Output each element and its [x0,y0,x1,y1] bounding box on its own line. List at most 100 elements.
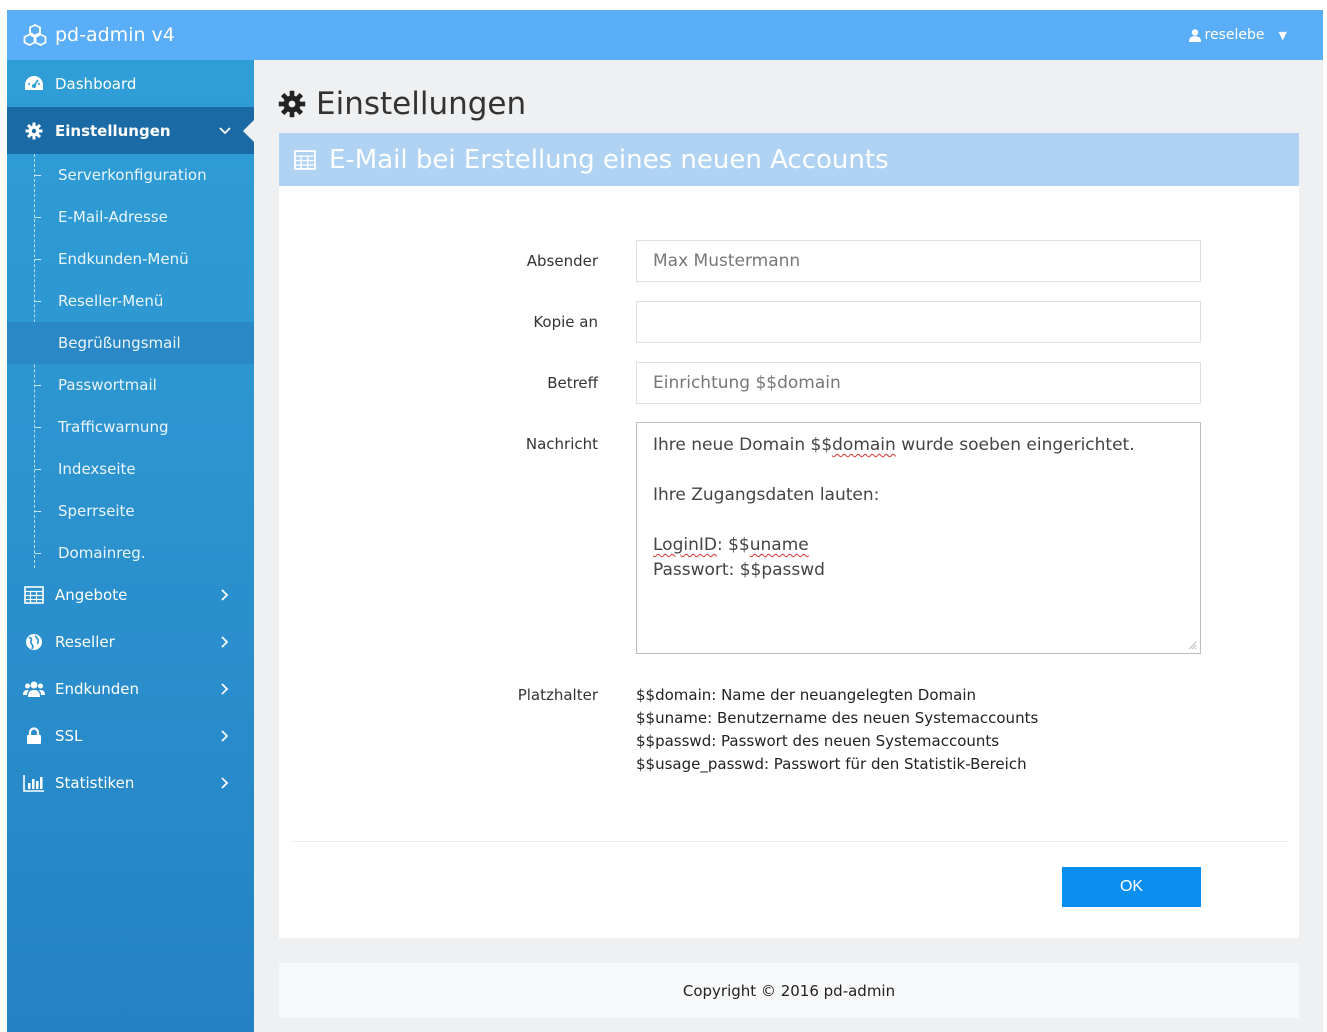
sidebar-item-label: Einstellungen [55,121,171,140]
panel-header: E-Mail bei Erstellung eines neuen Accoun… [279,133,1299,186]
sidebar-item-label: Statistiken [55,773,135,792]
table-icon [23,585,45,605]
sidebar-item-angebote[interactable]: Angebote [7,571,254,618]
placeholders-label: Platzhalter [517,686,598,704]
table-icon [294,149,316,170]
placeholder-hint: $$passwd: Passwort des neuen Systemaccou… [636,732,1000,750]
page-title-text: Einstellungen [316,86,527,122]
subnav-item-sperrseite[interactable]: -- Sperrseite [7,490,254,532]
chevron-down-icon [219,126,231,134]
subject-placeholder: Einrichtung $$domain [653,373,841,393]
users-icon [23,679,45,699]
sidebar-item-einstellungen[interactable]: Einstellungen [7,107,255,154]
placeholder-hint: $$uname: Benutzername des neuen Systemac… [636,709,1039,727]
sidebar-item-label: Angebote [55,585,128,604]
message-textarea[interactable]: Ihre neue Domain $$domain wurde soeben e… [636,422,1201,654]
subnav-item-reseller-menue[interactable]: -- Reseller-Menü [7,280,254,322]
subnav-item-email-adresse[interactable]: -- E-Mail-Adresse [7,196,254,238]
cc-label: Kopie an [533,313,598,331]
chevron-right-icon [221,729,229,742]
subnav-item-label: Passwortmail [58,376,157,394]
message-line: Passwort: $$passwd [653,560,825,580]
message-line [653,458,1184,483]
sidebar-item-label: Dashboard [55,74,137,93]
placeholder-hint: $$domain: Name der neuangelegten Domain [636,686,976,704]
message-line: Ihre neue Domain $$domain wurde soeben e… [653,435,1135,455]
tree-connector: -- [34,252,42,266]
subnav-item-label: Reseller-Menü [58,292,164,310]
panel-title: E-Mail bei Erstellung eines neuen Accoun… [329,144,889,175]
user-menu[interactable]: reselebe ▼ [1188,10,1287,60]
sidebar-item-reseller[interactable]: Reseller [7,618,254,665]
subnav-item-passwortmail[interactable]: -- Passwortmail [7,364,254,406]
message-line [653,508,1184,533]
brand[interactable]: pd-admin v4 [23,10,175,60]
sidebar-item-dashboard[interactable]: Dashboard [7,60,254,107]
subnav-item-endkunden-menue[interactable]: -- Endkunden-Menü [7,238,254,280]
subnav-item-label: E-Mail-Adresse [58,208,168,226]
main-content: Einstellungen E-Mail bei Erstellung eine… [254,60,1323,1032]
gear-icon [23,121,45,141]
sender-placeholder: Max Mustermann [653,251,801,271]
resize-handle-icon[interactable] [1187,640,1197,650]
tree-connector: -- [34,168,42,182]
cubes-icon [23,24,47,46]
message-line: LoginID: $$uname [653,535,809,555]
dashboard-icon [23,74,45,94]
lock-icon [23,726,45,746]
subnav-item-begruessungsmail[interactable]: Begrüßungsmail [7,322,254,364]
chevron-right-icon [221,682,229,695]
subnav-item-label: Begrüßungsmail [58,334,181,352]
tree-connector: -- [34,546,42,560]
app-title: pd-admin v4 [55,24,175,46]
message-label: Nachricht [525,435,598,453]
user-name: reselebe [1204,27,1265,43]
tree-connector: -- [34,210,42,224]
sidebar-item-ssl[interactable]: SSL [7,712,254,759]
subnav-item-label: Serverkonfiguration [58,166,207,184]
footer: Copyright © 2016 pd-admin [279,963,1299,1018]
subnav-item-label: Trafficwarnung [58,418,169,436]
subnav-item-label: Domainreg. [58,544,146,562]
ok-button[interactable]: OK [1062,867,1201,907]
subnav-item-indexseite[interactable]: -- Indexseite [7,448,254,490]
top-bar: pd-admin v4 reselebe ▼ [7,10,1323,60]
subnav-item-label: Endkunden-Menü [58,250,189,268]
tree-connector: -- [34,378,42,392]
subnav-item-domainreg[interactable]: -- Domainreg. [7,532,254,574]
subject-input[interactable]: Einrichtung $$domain [636,362,1201,404]
bar-chart-icon [23,773,45,793]
tree-connector: -- [34,420,42,434]
sender-label: Absender [526,252,598,270]
user-icon [1188,28,1201,42]
sidebar-item-statistiken[interactable]: Statistiken [7,759,254,806]
chevron-right-icon [221,588,229,601]
subnav-item-label: Sperrseite [58,502,135,520]
chevron-right-icon [221,776,229,789]
tree-connector: -- [34,504,42,518]
cc-input[interactable] [636,301,1201,343]
placeholder-hint: $$usage_passwd: Passwort für den Statist… [636,755,1027,773]
placeholder-hints: $$domain: Name der neuangelegten Domain … [636,684,1038,776]
caret-down-icon: ▼ [1278,28,1287,42]
message-line: Ihre Zugangsdaten lauten: [653,485,880,505]
sidebar-item-label: Endkunden [55,679,140,698]
subnav-item-trafficwarnung[interactable]: -- Trafficwarnung [7,406,254,448]
sidebar: Dashboard Einstellungen -- Serverkonfigu… [7,60,255,1032]
divider [291,841,1287,842]
page-title: Einstellungen [278,84,526,124]
sidebar-item-label: SSL [55,726,83,745]
subject-label: Betreff [547,374,598,392]
settings-panel: E-Mail bei Erstellung eines neuen Accoun… [279,133,1299,938]
copyright-text: Copyright © 2016 pd-admin [682,981,896,1000]
sidebar-item-label: Reseller [55,632,115,651]
subnav-item-serverkonfiguration[interactable]: -- Serverkonfiguration [7,154,254,196]
subnav-item-label: Indexseite [58,460,136,478]
tree-connector: -- [34,294,42,308]
tree-connector: -- [34,462,42,476]
sender-input[interactable]: Max Mustermann [636,240,1201,282]
sidebar-item-endkunden[interactable]: Endkunden [7,665,254,712]
globe-icon [23,632,45,652]
chevron-right-icon [221,635,229,648]
gear-icon [278,90,306,118]
